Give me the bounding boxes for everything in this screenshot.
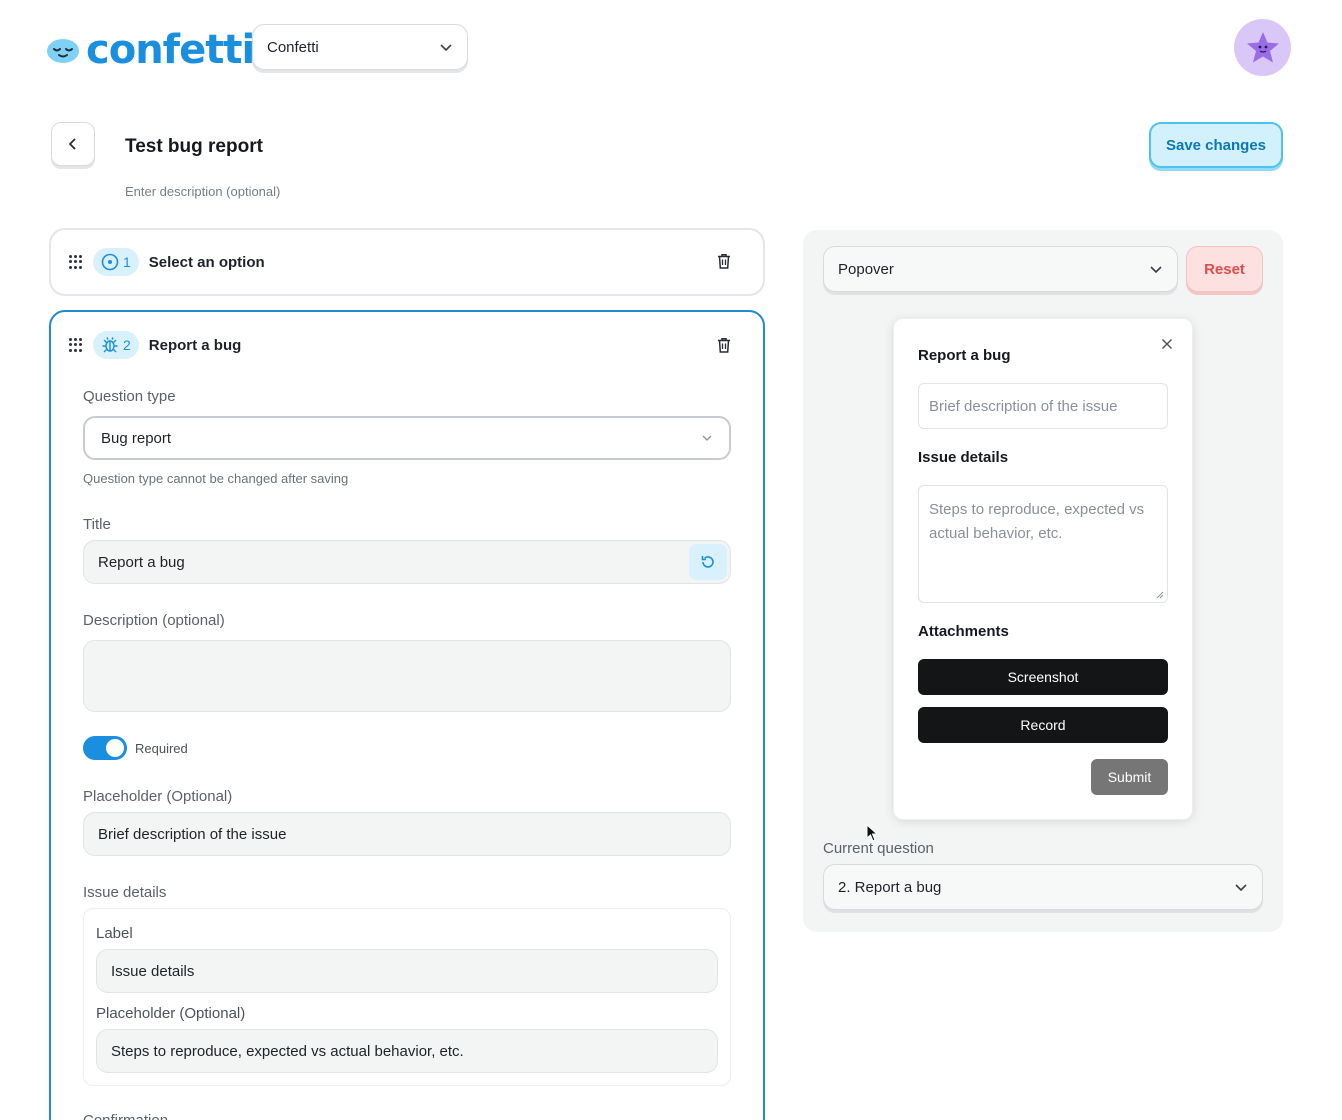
chevron-down-icon [1235, 884, 1247, 892]
chevron-down-icon [440, 44, 452, 52]
current-question-select[interactable]: 2. Report a bug [823, 864, 1263, 910]
radio-icon [101, 253, 119, 271]
bug-icon [102, 337, 118, 353]
question-card-1[interactable]: 1 Select an option [49, 228, 765, 296]
confetti-logo[interactable]: confetti [46, 27, 255, 73]
preview-mode-value: Popover [838, 260, 894, 278]
close-icon[interactable] [1161, 338, 1173, 350]
popover-description-input[interactable]: Brief description of the issue [918, 383, 1168, 429]
trash-icon[interactable] [715, 252, 733, 270]
sleepy-face-icon [47, 39, 79, 63]
issue-label-value: Issue details [111, 962, 195, 980]
survey-popover: Report a bug Brief description of the is… [893, 318, 1193, 820]
popover-title: Report a bug [918, 347, 1011, 364]
popover-input-placeholder: Brief description of the issue [929, 397, 1118, 415]
drag-handle-icon[interactable] [69, 255, 83, 269]
required-label: Required [135, 741, 188, 756]
question-title: Report a bug [148, 336, 242, 354]
resize-handle-icon[interactable] [1154, 589, 1164, 599]
issue-placeholder-label: Placeholder (Optional) [96, 1005, 246, 1022]
refresh-icon [701, 556, 714, 568]
popover-details-placeholder: Steps to reproduce, expected vs actual b… [929, 501, 1145, 542]
current-question-label: Current question [823, 840, 934, 857]
chevron-down-icon [1150, 266, 1162, 274]
question-number: 2 [123, 337, 131, 353]
title-value: Report a bug [98, 553, 185, 571]
issue-placeholder-value: Steps to reproduce, expected vs actual b… [111, 1042, 464, 1060]
trash-icon[interactable] [715, 336, 733, 354]
description-label: Description (optional) [83, 612, 225, 629]
chevron-down-icon [702, 435, 712, 441]
question-type-label: Question type [83, 388, 176, 405]
question-badge: 2 [93, 331, 139, 359]
back-button[interactable] [51, 122, 95, 166]
question-type-value: Bug report [101, 429, 172, 447]
screenshot-button[interactable]: Screenshot [918, 659, 1168, 695]
submit-button[interactable]: Submit [1091, 759, 1168, 795]
issue-label-label: Label [96, 925, 133, 942]
reset-title-button[interactable] [689, 544, 727, 580]
issue-placeholder-input[interactable]: Steps to reproduce, expected vs actual b… [96, 1029, 718, 1073]
logo-wordmark: confetti [86, 27, 255, 73]
placeholder-label: Placeholder (Optional) [83, 788, 233, 805]
question-number: 1 [123, 254, 131, 270]
question-badge: 1 [93, 248, 139, 276]
record-button[interactable]: Record [918, 707, 1168, 743]
confirmation-section-label: Confirmation [83, 1112, 168, 1120]
preview-mode-select[interactable]: Popover [823, 246, 1178, 292]
description-textarea[interactable] [83, 640, 731, 712]
current-question-value: 2. Report a bug [838, 878, 942, 896]
user-avatar[interactable] [1234, 19, 1291, 76]
issue-label-input[interactable]: Issue details [96, 949, 718, 993]
page-title[interactable]: Test bug report [125, 136, 263, 158]
chevron-left-icon [68, 138, 76, 150]
question-type-select[interactable]: Bug report [83, 416, 731, 460]
required-toggle[interactable] [83, 736, 127, 760]
question-type-hint: Question type cannot be changed after sa… [83, 471, 349, 486]
star-avatar-icon [1246, 31, 1279, 62]
reset-button[interactable]: Reset [1186, 246, 1263, 292]
placeholder-value: Brief description of the issue [98, 825, 287, 843]
placeholder-input[interactable]: Brief description of the issue [83, 812, 731, 856]
workspace-select[interactable]: Confetti [252, 24, 468, 70]
page-description-input[interactable]: Enter description (optional) [125, 184, 280, 199]
popover-details-label: Issue details [918, 449, 1009, 466]
popover-attachments-label: Attachments [918, 623, 1009, 640]
drag-handle-icon[interactable] [69, 338, 83, 352]
title-label: Title [83, 516, 111, 533]
question-title: Select an option [148, 253, 265, 271]
workspace-value: Confetti [267, 38, 319, 56]
save-changes-button[interactable]: Save changes [1149, 122, 1283, 168]
popover-details-textarea[interactable]: Steps to reproduce, expected vs actual b… [918, 485, 1168, 603]
issue-details-section-label: Issue details [83, 884, 167, 901]
title-input[interactable]: Report a bug [83, 540, 731, 584]
